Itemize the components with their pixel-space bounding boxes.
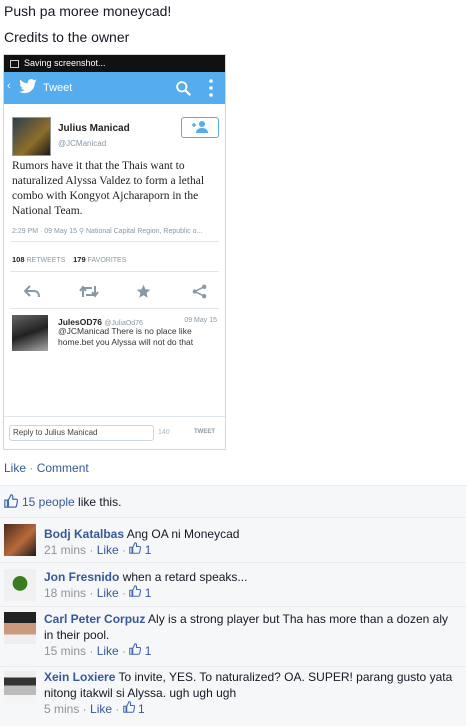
reply-compose-bar: Reply to Julius Manicad 140 TWEET: [4, 416, 225, 449]
commenter-avatar[interactable]: [4, 671, 36, 703]
add-user-icon: [192, 121, 208, 133]
favorites-count: 179: [73, 255, 86, 264]
comment-like-link[interactable]: Like: [97, 543, 119, 557]
like-link[interactable]: Like: [4, 461, 26, 475]
favorites-label: FAVORITES: [87, 257, 127, 264]
author-name: Julius Manicad: [58, 123, 130, 134]
divider: [10, 308, 219, 309]
like-count-value: 1: [144, 543, 152, 557]
back-arrow-icon: ‹: [7, 80, 11, 92]
comment-time[interactable]: 21 mins: [44, 543, 86, 557]
comment-text: when a retard speaks...: [122, 570, 248, 584]
commenter-name[interactable]: Xein Loxiere: [44, 670, 115, 684]
author-avatar: [12, 117, 51, 156]
likes-summary: 15 people like this.: [0, 485, 466, 518]
thumbs-up-icon: [129, 585, 142, 597]
comment-footer: 18 mins · Like · 1: [44, 585, 152, 600]
reply-text: @JCManicad There is no place like home.b…: [58, 326, 194, 347]
post-caption-line-2: Credits to the owner: [4, 29, 130, 45]
comment-item: Jon Fresnido when a retard speaks... 18 …: [0, 562, 466, 607]
thumbs-up-icon: [129, 643, 142, 655]
follow-button: [181, 117, 219, 138]
comment-like-link[interactable]: Like: [97, 644, 119, 658]
thumbs-up-icon: [129, 542, 142, 554]
commenter-avatar[interactable]: [4, 569, 36, 601]
reply-date: 09 May 15: [184, 317, 217, 324]
divider: [10, 271, 219, 272]
comment-like-link[interactable]: Like: [97, 586, 119, 600]
comment-like-count[interactable]: 1: [129, 585, 152, 600]
like-count-value: 1: [144, 644, 152, 658]
separator: ·: [29, 461, 34, 475]
toolbar-title: Tweet: [43, 82, 73, 94]
retweets-count: 108: [12, 255, 25, 264]
search-icon: [176, 81, 192, 97]
comment-item: Bodj Katalbas Ang OA ni Moneycad 21 mins…: [0, 517, 466, 563]
likes-suffix: like this.: [74, 495, 122, 509]
tweet-text: Rumors have it that the Thais want to na…: [12, 160, 205, 217]
author-handle: @JCManicad: [58, 139, 107, 148]
comment-time[interactable]: 18 mins: [44, 586, 86, 600]
twitter-toolbar: ‹ Tweet: [4, 72, 225, 104]
comment-text: Ang OA ni Moneycad: [126, 527, 240, 541]
commenter-avatar[interactable]: [4, 612, 36, 644]
screenshot-icon: [10, 59, 19, 68]
tweet-actions: [4, 282, 225, 302]
tweet-meta: 2:29 PM · 09 May 15 ⚲ National Capital R…: [12, 228, 203, 235]
twitter-bird-icon: [19, 79, 37, 94]
comment-item: Xein Loxiere To invite, YES. To naturali…: [0, 666, 466, 726]
retweets-label: RETWEETS: [26, 257, 66, 264]
tweet-button: TWEET: [194, 429, 215, 435]
comment-item: Carl Peter Corpuz Aly is a strong player…: [0, 606, 466, 667]
like-count-value: 1: [144, 586, 152, 600]
status-text: Saving screenshot...: [24, 58, 106, 68]
comment-footer: 15 mins · Like · 1: [44, 643, 152, 658]
phone-status-bar: Saving screenshot...: [4, 55, 225, 72]
char-count: 140: [158, 429, 170, 436]
overflow-menu-icon: [209, 79, 213, 97]
thumbs-up-icon: [4, 494, 18, 508]
comment-time[interactable]: 5 mins: [44, 702, 79, 716]
post-actions: Like · Comment: [4, 461, 89, 475]
reply-icon: [24, 285, 40, 298]
divider: [10, 241, 219, 242]
thumbs-up-icon: [122, 701, 135, 713]
comment-time[interactable]: 15 mins: [44, 644, 86, 658]
reply-avatar: [12, 315, 48, 351]
comment-like-count[interactable]: 1: [122, 701, 145, 716]
share-icon: [192, 284, 207, 299]
comment-like-count[interactable]: 1: [129, 542, 152, 557]
commenter-name[interactable]: Carl Peter Corpuz: [44, 612, 145, 626]
commenter-name[interactable]: Bodj Katalbas: [44, 527, 124, 541]
comment-link[interactable]: Comment: [37, 461, 89, 475]
tweet-stats: 108 RETWEETS 179 FAVORITES: [12, 255, 126, 264]
comment-footer: 21 mins · Like · 1: [44, 542, 152, 557]
commenter-name[interactable]: Jon Fresnido: [44, 570, 119, 584]
favorite-star-icon: [136, 284, 151, 298]
commenter-avatar[interactable]: [4, 524, 36, 556]
comment-like-count[interactable]: 1: [129, 643, 152, 658]
comment-like-link[interactable]: Like: [90, 702, 112, 716]
post-caption-line-1: Push pa moree moneycad!: [4, 3, 172, 19]
retweet-icon: [79, 285, 99, 298]
like-count-value: 1: [138, 702, 145, 716]
reply-input: Reply to Julius Manicad: [9, 425, 154, 441]
comment-footer: 5 mins · Like · 1: [44, 701, 145, 716]
likers-link[interactable]: 15 people: [22, 495, 75, 509]
attached-screenshot[interactable]: Saving screenshot... ‹ Tweet Julius Mani…: [4, 55, 225, 449]
